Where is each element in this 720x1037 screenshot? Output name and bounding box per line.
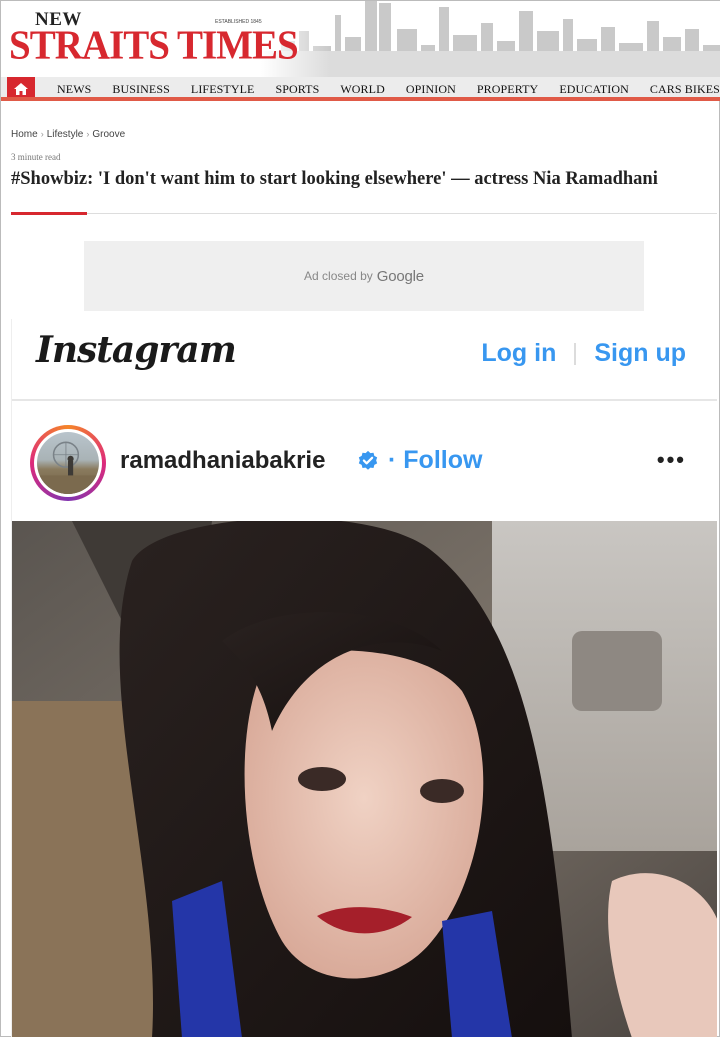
verified-badge-icon: [358, 450, 378, 470]
nav-item-education[interactable]: EDUCATION: [559, 82, 629, 97]
nav-item-lifestyle[interactable]: LIFESTYLE: [191, 82, 255, 97]
city-skyline-graphic: [261, 1, 720, 77]
nav-home-button[interactable]: [7, 77, 35, 97]
breadcrumb: Home › Lifestyle › Groove: [11, 129, 125, 140]
avatar-image: [37, 432, 99, 494]
breadcrumb-home[interactable]: Home: [11, 129, 38, 140]
breadcrumb-lifestyle[interactable]: Lifestyle: [47, 129, 84, 140]
main-navigation: NEWS BUSINESS LIFESTYLE SPORTS WORLD OPI…: [1, 77, 720, 101]
nav-item-property[interactable]: PROPERTY: [477, 82, 538, 97]
nav-item-opinion[interactable]: OPINION: [406, 82, 456, 97]
nav-item-cars-bikes-trucks[interactable]: CARS BIKES TRUCKS: [650, 82, 720, 97]
more-options-icon[interactable]: •••: [657, 447, 686, 473]
instagram-profile-row: ramadhaniabakrie · Follow •••: [12, 421, 717, 503]
nav-item-news[interactable]: NEWS: [57, 82, 91, 97]
read-time: 3 minute read: [11, 152, 61, 162]
ad-slot: Ad closed by Google: [84, 241, 644, 311]
chevron-right-icon: ›: [40, 129, 44, 139]
avatar[interactable]: [30, 425, 106, 501]
headline-divider: [11, 213, 717, 214]
instagram-embed: Instagram Log in Sign up ramadhaniabakri…: [11, 319, 717, 1037]
headline-accent-bar: [11, 212, 87, 215]
instagram-auth-links: Log in Sign up: [481, 339, 686, 368]
follow-button[interactable]: · Follow: [388, 446, 482, 475]
article-headline: #Showbiz: 'I don't want him to start loo…: [11, 169, 658, 189]
ad-closed-text: Ad closed by: [304, 269, 373, 283]
home-icon: [14, 83, 28, 95]
logo-main-text: STRAITS TIMES: [9, 22, 299, 69]
breadcrumb-groove[interactable]: Groove: [92, 129, 125, 140]
nav-item-business[interactable]: BUSINESS: [112, 82, 169, 97]
chevron-right-icon: ›: [86, 129, 90, 139]
signup-link[interactable]: Sign up: [594, 339, 686, 368]
masthead: NEW ESTABLISHED 1845 STRAITS TIMES: [1, 1, 720, 77]
nav-item-world[interactable]: WORLD: [340, 82, 385, 97]
instagram-header: Instagram Log in Sign up: [12, 319, 717, 401]
auth-divider: [574, 342, 577, 365]
nav-items: NEWS BUSINESS LIFESTYLE SPORTS WORLD OPI…: [57, 77, 720, 97]
login-link[interactable]: Log in: [481, 339, 556, 368]
instagram-username[interactable]: ramadhaniabakrie: [120, 447, 325, 475]
instagram-logo[interactable]: Instagram: [36, 329, 237, 371]
nav-item-sports[interactable]: SPORTS: [275, 82, 319, 97]
google-wordmark: Google: [376, 267, 424, 285]
instagram-post-image[interactable]: [12, 521, 717, 1037]
